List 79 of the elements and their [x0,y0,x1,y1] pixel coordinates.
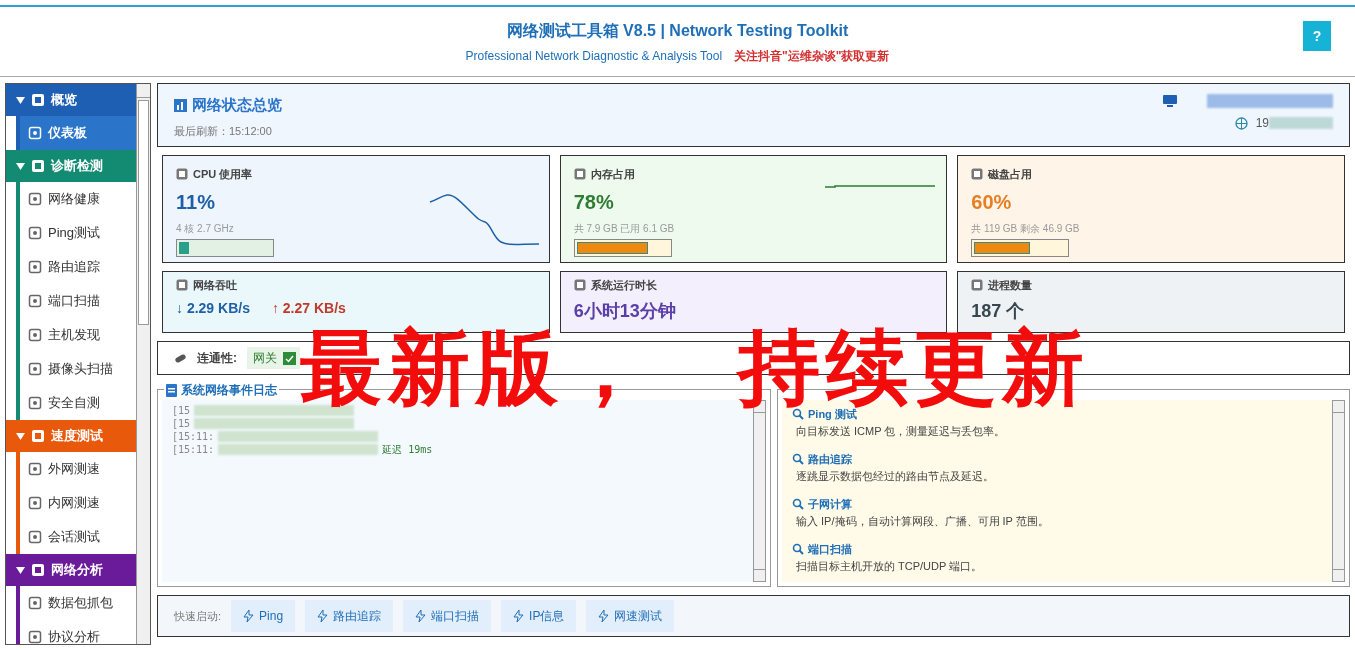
card-value: 78% [573,189,615,215]
tool-icon [792,453,804,466]
bolt-icon [513,610,525,622]
card-value: 187 个 [971,299,1026,323]
refresh-time: 最后刷新：15:12:00 [174,123,273,139]
card-title: 磁盘占用 [988,167,1033,182]
app-icon [28,530,42,544]
caret-icon [16,432,25,440]
card-detail: 共 119 GB 剩余 46.9 GB [971,221,1081,236]
caret-icon [16,96,25,104]
tool-description: 输入 IP/掩码，自动计算网段、广播、可用 IP 范围。 [795,513,1050,529]
promo-text: 关注抖音"运维杂谈"获取更新 [734,48,890,65]
quick-launch-label: 快速启动: [174,608,222,624]
app-icon [28,630,42,644]
sidebar-group-header[interactable]: 网络分析 [6,554,136,586]
app-icon [28,294,42,308]
app-icon [28,328,42,342]
scrollbar[interactable] [136,84,150,644]
card-value: 60% [971,189,1013,215]
card-detail: 4 核 2.7 GHz [176,221,235,236]
check-label: 网关 [253,350,277,367]
quick-launch-button[interactable]: 路由追踪 [305,600,394,632]
connectivity-label: 连通性: [197,350,237,367]
scrollbar[interactable] [1332,400,1345,582]
sidebar-group-header[interactable]: 诊断检测 [6,150,136,182]
card-value: 11% [176,189,216,215]
caret-icon [16,162,25,170]
card-title: 进程数量 [988,278,1033,293]
app-title: 网络测试工具箱 V8.5 | Network Testing Toolkit [506,21,849,41]
tool-icon [792,498,804,511]
app-icon [28,126,42,140]
card-value: 6小时13分钟 [573,299,677,323]
log-text: [15:11: [172,430,215,443]
panel-title: 网络状态总览 [192,95,282,115]
upload-rate: ↑ 2.27 KB/s [271,298,346,318]
tool-description: 向目标发送 ICMP 包，测量延迟与丢包率。 [795,423,1007,439]
caret-icon [16,566,25,574]
tool-description: 逐跳显示数据包经过的路由节点及延迟。 [795,468,995,484]
app-icon [28,462,42,476]
sidebar-item[interactable]: 仪表板 [20,116,136,150]
bolt-icon [415,610,427,622]
card-title: 系统运行时长 [590,278,657,293]
bolt-icon [598,610,610,622]
tool-icon [792,543,804,556]
log-text: [15:11: [172,443,215,456]
tool-description: 扫描目标主机开放的 TCP/UDP 端口。 [795,558,984,574]
card-detail: 共 7.9 GB 已用 6.1 GB [573,221,676,236]
monitor-icon [1163,95,1177,107]
app-icon [28,192,42,206]
quick-launch-button[interactable]: IP信息 [501,600,577,632]
ip-address: 19 [1255,115,1269,132]
app-icon [28,496,42,510]
globe-icon [1234,116,1248,130]
log-text: [15 [172,404,191,417]
bolt-icon [243,610,255,622]
bolt-icon [317,610,329,622]
log-text: 延迟 19ms [382,443,433,456]
log-text: [15 [172,417,191,430]
tool-name: 路由追踪 [808,452,852,467]
app-icon [28,362,42,376]
app-icon [28,396,42,410]
card-title: 网络吞吐 [193,278,237,293]
app-icon [28,596,42,610]
tool-name: 端口扫描 [808,542,852,557]
app-subtitle: Professional Network Diagnostic & Analysis Tool [465,48,723,65]
sidebar-group-header[interactable]: 概览 [6,84,136,116]
quick-launch-button[interactable]: Ping [231,600,296,632]
sidebar-group-header[interactable]: 速度测试 [6,420,136,452]
card-title: CPU 使用率 [193,167,253,182]
chart-icon [174,98,187,112]
quick-launch-button[interactable]: 网速测试 [586,600,675,632]
group-title: 系统网络事件日志 [181,382,277,399]
redacted-block [1269,117,1333,129]
tool-name: 子网计算 [808,497,852,512]
quick-launch-button[interactable]: 端口扫描 [403,600,492,632]
download-rate: ↓ 2.29 KB/s [176,298,250,318]
card-title: 内存占用 [590,167,635,182]
app-icon [28,226,42,240]
app-icon [28,260,42,274]
